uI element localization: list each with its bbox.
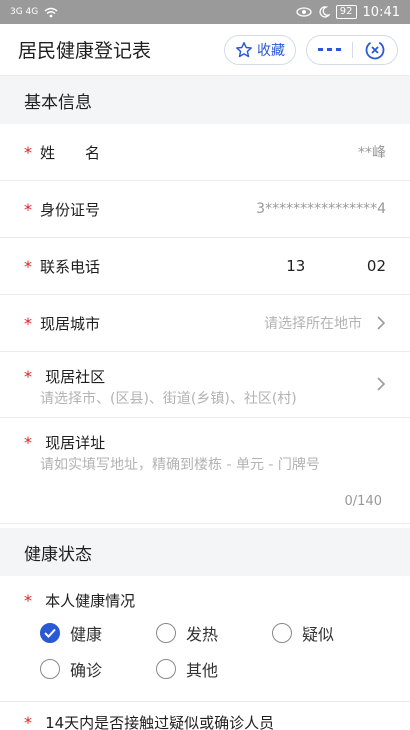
radio-unchecked-icon <box>272 623 292 643</box>
required-mark: * <box>24 713 32 730</box>
battery-icon: 92 <box>335 5 357 19</box>
city-row[interactable]: * 现居城市 请选择所在地市 <box>0 295 410 352</box>
name-row[interactable]: * 姓 名 **峰 <box>0 124 410 181</box>
char-counter: 0/140 <box>344 494 382 509</box>
chevron-right-icon <box>377 377 386 391</box>
star-icon <box>236 41 252 57</box>
radio-label: 确诊 <box>70 661 103 680</box>
health-radio-group: 健康 发热 疑似 确诊 其他 <box>24 621 386 681</box>
radio-fever[interactable]: 发热 <box>156 621 272 645</box>
required-mark: * <box>24 142 32 162</box>
required-mark: * <box>24 313 32 333</box>
favorite-button[interactable]: 收藏 <box>224 34 296 65</box>
phone-row[interactable]: * 联系电话 13 02 <box>0 238 410 295</box>
community-row[interactable]: * 现居社区 请选择市、(区县)、街道(乡镇)、社区(村) <box>0 352 410 418</box>
app-header: 居民健康登记表 收藏 <box>0 24 410 76</box>
radio-label: 发热 <box>186 625 219 644</box>
phone-value: 13 02 <box>286 257 386 275</box>
radio-unchecked-icon <box>40 659 60 679</box>
section-health: 健康状态 <box>0 528 410 576</box>
status-right: 92 10:41 <box>296 5 400 20</box>
contact-question-label: 14天内是否接触过疑似或确诊人员 <box>45 714 275 730</box>
community-placeholder: 请选择市、(区县)、街道(乡镇)、社区(村) <box>40 391 297 407</box>
id-label: 身份证号 <box>40 200 101 219</box>
signal-indicator: 3G 4G <box>10 7 39 17</box>
close-target-icon[interactable] <box>353 39 398 61</box>
status-left: 3G 4G <box>10 7 58 18</box>
phone-label: 联系电话 <box>40 257 101 276</box>
clock: 10:41 <box>362 4 400 20</box>
wifi-icon <box>44 7 58 17</box>
city-placeholder: 请选择所在地市 <box>264 316 362 332</box>
name-value: **峰 <box>358 145 386 161</box>
phone-value-prefix: 13 <box>286 257 306 275</box>
address-textarea[interactable]: 请如实填写地址，精确到楼栋 - 单元 - 门牌号 <box>24 455 354 475</box>
health-label: 本人健康情况 <box>45 592 136 610</box>
radio-suspected[interactable]: 疑似 <box>272 621 388 645</box>
section-basic-info: 基本信息 <box>0 76 410 124</box>
favorite-label: 收藏 <box>257 42 285 59</box>
moon-icon <box>319 6 330 18</box>
chevron-right-icon <box>377 316 386 330</box>
mini-program-capsule <box>306 34 398 65</box>
radio-other[interactable]: 其他 <box>156 657 272 681</box>
community-label: 现居社区 <box>45 368 106 386</box>
phone-value-suffix: 02 <box>366 257 386 275</box>
radio-checked-icon <box>40 623 60 643</box>
radio-confirmed[interactable]: 确诊 <box>40 657 156 681</box>
page-title: 居民健康登记表 <box>18 40 152 62</box>
required-mark: * <box>24 367 32 386</box>
radio-healthy[interactable]: 健康 <box>40 621 156 645</box>
required-mark: * <box>24 591 32 610</box>
required-mark: * <box>24 433 32 452</box>
health-status-row: * 本人健康情况 健康 发热 疑似 确诊 其他 <box>0 576 410 702</box>
radio-label: 其他 <box>186 661 219 680</box>
header-actions: 收藏 <box>224 34 398 65</box>
address-label: 现居详址 <box>45 434 106 452</box>
name-label: 姓 名 <box>40 143 101 162</box>
city-label: 现居城市 <box>40 314 101 333</box>
id-value: 3****************4 <box>256 201 386 217</box>
radio-unchecked-icon <box>156 659 176 679</box>
address-row[interactable]: * 现居详址 请如实填写地址，精确到楼栋 - 单元 - 门牌号 0/140 <box>0 418 410 524</box>
radio-unchecked-icon <box>156 623 176 643</box>
required-mark: * <box>24 256 32 276</box>
id-row[interactable]: * 身份证号 3****************4 <box>0 181 410 238</box>
contact-question-row: * 14天内是否接触过疑似或确诊人员 <box>0 702 410 730</box>
required-mark: * <box>24 199 32 219</box>
radio-label: 疑似 <box>302 625 335 644</box>
status-bar: 3G 4G 92 10:41 <box>0 0 410 24</box>
more-dots-icon[interactable] <box>307 48 352 51</box>
radio-label: 健康 <box>70 625 103 644</box>
eye-icon <box>296 7 312 17</box>
